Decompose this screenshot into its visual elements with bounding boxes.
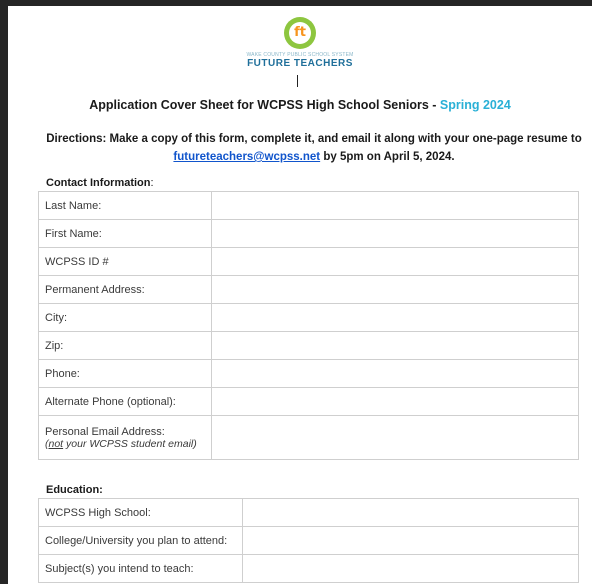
table-row: Phone:: [38, 359, 580, 388]
table-row: Subject(s) you intend to teach:: [38, 554, 580, 583]
field-label: WCPSS High School:: [38, 498, 243, 527]
table-row: First Name:: [38, 219, 580, 248]
contact-label-colon: :: [150, 177, 154, 189]
field-label: Permanent Address:: [38, 275, 212, 304]
future-teachers-logo: ft WAKE COUNTY PUBLIC SCHOOL SYSTEM FUTU…: [8, 10, 592, 69]
first-name-field[interactable]: [210, 219, 580, 248]
directions-deadline: by 5pm on April 5, 2024.: [320, 151, 455, 163]
contact-label-text: Contact Information: [46, 177, 151, 189]
table-row: Permanent Address:: [38, 275, 580, 304]
table-row: WCPSS High School:: [38, 498, 580, 527]
college-field[interactable]: [241, 526, 580, 555]
directions-line2: futureteachers@wcpss.net by 5pm on April…: [34, 148, 592, 166]
table-row: Zip:: [38, 331, 580, 360]
education-table: WCPSS High School: College/University yo…: [38, 498, 580, 583]
page-title: Application Cover Sheet for WCPSS High S…: [8, 98, 592, 112]
table-row: Personal Email Address: (not your WCPSS …: [38, 415, 580, 460]
field-label: Subject(s) you intend to teach:: [38, 554, 243, 583]
city-field[interactable]: [210, 303, 580, 332]
logo-name: FUTURE TEACHERS: [247, 58, 353, 69]
table-row: WCPSS ID #: [38, 247, 580, 276]
table-row: College/University you plan to attend:: [38, 526, 580, 555]
ft-logo-mark: ft: [284, 17, 316, 49]
field-label: Alternate Phone (optional):: [38, 387, 212, 416]
directions-line1: Directions: Make a copy of this form, co…: [46, 133, 582, 145]
table-row: Last Name:: [38, 191, 580, 220]
table-row: City:: [38, 303, 580, 332]
field-label: Phone:: [38, 359, 212, 388]
subjects-field[interactable]: [241, 554, 580, 583]
wcpss-id-field[interactable]: [210, 247, 580, 276]
personal-email-note: (not your WCPSS student email): [45, 437, 197, 450]
title-accent: Spring 2024: [439, 98, 511, 112]
document-page: ft WAKE COUNTY PUBLIC SCHOOL SYSTEM FUTU…: [8, 6, 592, 584]
contact-table: Last Name: First Name: WCPSS ID # Perman…: [38, 191, 580, 460]
phone-field[interactable]: [210, 359, 580, 388]
field-label: College/University you plan to attend:: [38, 526, 243, 555]
not-emphasis: not: [48, 437, 64, 450]
title-main: Application Cover Sheet for WCPSS High S…: [89, 98, 440, 112]
zip-field[interactable]: [210, 331, 580, 360]
field-label: Personal Email Address: (not your WCPSS …: [38, 415, 212, 460]
last-name-field[interactable]: [210, 191, 580, 220]
email-link[interactable]: futureteachers@wcpss.net: [173, 151, 320, 163]
field-label: Zip:: [38, 331, 212, 360]
field-label: Last Name:: [38, 191, 212, 220]
high-school-field[interactable]: [241, 498, 580, 527]
education-section-label: Education:: [46, 484, 103, 496]
table-row: Alternate Phone (optional):: [38, 387, 580, 416]
personal-email-label: Personal Email Address:: [45, 425, 165, 438]
field-label: WCPSS ID #: [38, 247, 212, 276]
text-cursor: [297, 75, 298, 87]
field-label: City:: [38, 303, 212, 332]
directions-text: Directions: Make a copy of this form, co…: [34, 130, 592, 166]
permanent-address-field[interactable]: [210, 275, 580, 304]
personal-email-field[interactable]: [210, 415, 580, 460]
alternate-phone-field[interactable]: [210, 387, 580, 416]
field-label: First Name:: [38, 219, 212, 248]
ft-logo-letters: ft: [289, 22, 311, 44]
contact-section-label: Contact Information:: [46, 177, 154, 189]
